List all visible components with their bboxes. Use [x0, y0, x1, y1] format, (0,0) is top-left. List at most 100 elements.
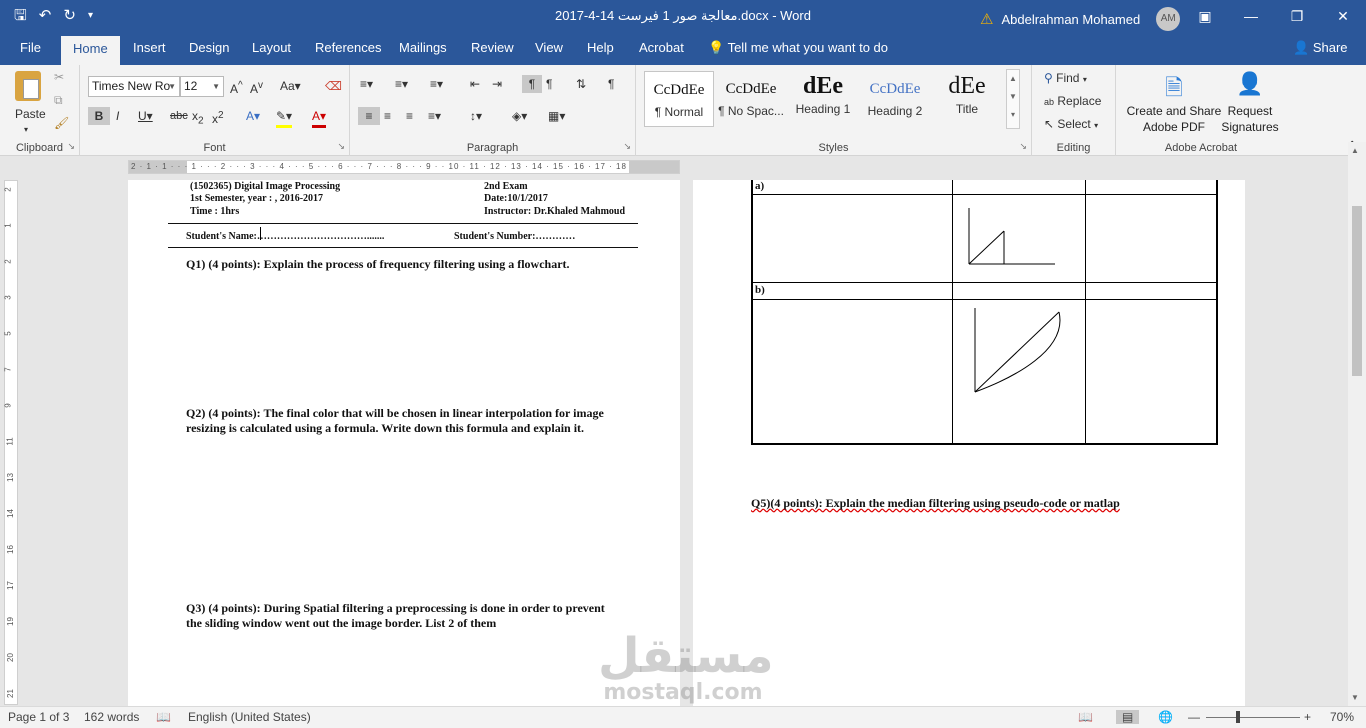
tab-insert[interactable]: Insert: [133, 40, 166, 55]
bold-icon[interactable]: B: [88, 107, 110, 125]
multilevel-list-icon[interactable]: ≡▾: [430, 75, 443, 93]
tab-review[interactable]: Review: [471, 40, 514, 55]
sort-icon[interactable]: ⇅: [576, 75, 586, 93]
user-account[interactable]: ⚠ Abdelrahman Mohamed AM: [980, 7, 1181, 31]
scroll-down-icon[interactable]: ▼: [1351, 693, 1359, 702]
select-button[interactable]: ↖ Select ▾: [1044, 115, 1098, 135]
close-icon[interactable]: ✕: [1320, 0, 1366, 33]
find-button[interactable]: ⚲ Find ▾: [1044, 69, 1087, 89]
zoom-slider-thumb[interactable]: [1236, 711, 1240, 723]
zoom-slider-track[interactable]: [1206, 717, 1300, 718]
tell-me-text: Tell me what you want to do: [727, 40, 888, 55]
zoom-in-icon[interactable]: +: [1304, 710, 1311, 724]
pdf-export-icon: 🗎: [1165, 75, 1183, 100]
page-count[interactable]: Page 1 of 3: [8, 710, 69, 724]
scrollbar-thumb[interactable]: [1352, 206, 1362, 376]
web-layout-icon[interactable]: 🌐: [1158, 710, 1173, 724]
style-name: Heading 1: [795, 102, 851, 116]
vertical-ruler[interactable]: 2 1 2 3 5 7 9 11 13 14 16 17 19 20 21: [4, 180, 18, 705]
dialog-launcher-icon[interactable]: ↘: [623, 141, 631, 152]
watermark-logo: مستقل mostaql.com: [598, 630, 774, 705]
font-name-combo[interactable]: Times New Ro ▼: [88, 76, 180, 97]
strikethrough-icon[interactable]: abc: [170, 107, 188, 125]
tab-references[interactable]: References: [315, 40, 381, 55]
print-layout-icon[interactable]: ▤: [1116, 710, 1140, 724]
avatar[interactable]: AM: [1156, 7, 1181, 31]
ltr-direction-icon[interactable]: ¶: [522, 75, 542, 93]
horizontal-ruler[interactable]: 2 · 1 · 1 · · · 1 · · · 2 · · · 3 · · · …: [128, 160, 680, 174]
highlight-icon[interactable]: ✎▾: [276, 107, 293, 128]
share-button[interactable]: 👤 Share: [1293, 40, 1348, 56]
tell-me-box[interactable]: 💡 Tell me what you want to do: [708, 40, 888, 56]
increase-indent-icon[interactable]: ⇥: [492, 75, 502, 93]
tab-home[interactable]: Home: [61, 36, 120, 65]
scroll-up-icon[interactable]: ▲: [1351, 146, 1359, 155]
shading-icon[interactable]: ◈▾: [512, 107, 527, 125]
word-count[interactable]: 162 words: [84, 710, 139, 724]
line-spacing-icon[interactable]: ↕▾: [470, 107, 482, 125]
tab-mailings[interactable]: Mailings: [399, 40, 447, 55]
proofing-icon[interactable]: 📖: [156, 710, 171, 724]
font-color-icon[interactable]: A▾: [312, 107, 327, 128]
watermark-latin: mostaql.com: [603, 680, 763, 705]
style-heading-2[interactable]: CcDdEe Heading 2: [860, 71, 930, 127]
document-page-2[interactable]: a) b) Q5)(4 points): Explain the median …: [693, 180, 1245, 706]
paste-button[interactable]: Paste: [15, 105, 46, 123]
tab-layout[interactable]: Layout: [252, 40, 291, 55]
vertical-scrollbar[interactable]: ▲ ▼: [1348, 142, 1366, 706]
underline-icon[interactable]: U▾: [138, 107, 153, 125]
create-pdf-button[interactable]: 🗎 Create and Share Adobe PDF: [1124, 71, 1224, 135]
subscript-icon[interactable]: x2: [192, 107, 204, 130]
paste-icon[interactable]: [15, 71, 41, 101]
ribbon-display-icon[interactable]: ▣: [1182, 0, 1228, 33]
font-size-combo[interactable]: 12 ▼: [180, 76, 224, 97]
numbering-icon[interactable]: ≡▾: [395, 75, 408, 93]
dialog-launcher-icon[interactable]: ↘: [67, 141, 75, 152]
format-painter-icon[interactable]: 🖌: [54, 114, 69, 132]
styles-group: CcDdEe ¶ Normal CcDdEe ¶ No Spac... dEe …: [636, 65, 1032, 156]
superscript-icon[interactable]: x2: [212, 107, 224, 128]
request-signatures-button[interactable]: 👤 Request Signatures: [1218, 71, 1282, 135]
replace-icon: ab: [1044, 97, 1055, 107]
zoom-out-icon[interactable]: —: [1188, 710, 1200, 724]
tab-view[interactable]: View: [535, 40, 563, 55]
dialog-launcher-icon[interactable]: ↘: [337, 141, 345, 152]
paragraph-label: Paragraph: [466, 142, 519, 154]
bullets-icon[interactable]: ≡▾: [360, 75, 373, 93]
decrease-indent-icon[interactable]: ⇤: [470, 75, 480, 93]
style-normal[interactable]: CcDdEe ¶ Normal: [644, 71, 714, 127]
align-center-icon[interactable]: ≡: [384, 107, 391, 125]
show-marks-icon[interactable]: ¶: [608, 75, 614, 93]
align-left-icon[interactable]: ≡: [358, 107, 380, 125]
paste-dropdown-icon[interactable]: ▾: [24, 121, 28, 139]
dialog-launcher-icon[interactable]: ↘: [1019, 141, 1027, 152]
text-effects-icon[interactable]: A▾: [246, 107, 260, 125]
borders-icon[interactable]: ▦▾: [548, 107, 565, 125]
restore-icon[interactable]: ❐: [1274, 0, 1320, 33]
ruler-ticks: 2 · 1 · 1 · · · 1 · · · 2 · · · 3 · · · …: [131, 162, 627, 171]
rtl-direction-icon[interactable]: ¶: [546, 75, 552, 93]
shrink-font-icon[interactable]: Av: [250, 77, 263, 98]
copy-icon[interactable]: ⧉: [54, 91, 63, 109]
zoom-level[interactable]: 70%: [1330, 710, 1354, 724]
minimize-icon[interactable]: —: [1228, 0, 1274, 33]
read-mode-icon[interactable]: 📖: [1078, 710, 1093, 724]
justify-icon[interactable]: ≡▾: [428, 107, 441, 125]
tab-acrobat[interactable]: Acrobat: [639, 40, 684, 55]
change-case-icon[interactable]: Aa▾: [280, 77, 301, 95]
style-title[interactable]: dEe Title: [932, 71, 1002, 127]
grow-font-icon[interactable]: A^: [230, 77, 243, 98]
language[interactable]: English (United States): [188, 710, 311, 724]
tab-design[interactable]: Design: [189, 40, 229, 55]
align-right-icon[interactable]: ≡: [406, 107, 413, 125]
tab-file[interactable]: File: [20, 40, 41, 55]
tab-help[interactable]: Help: [587, 40, 614, 55]
styles-scroller[interactable]: ▲ ▼ ▾: [1006, 69, 1020, 129]
italic-icon[interactable]: I: [116, 107, 119, 125]
replace-button[interactable]: ab Replace: [1044, 92, 1101, 111]
style-no-spacing[interactable]: CcDdEe ¶ No Spac...: [716, 71, 786, 127]
cut-icon[interactable]: ✂: [54, 68, 64, 86]
clear-formatting-icon[interactable]: ⌫: [325, 77, 342, 95]
style-heading-1[interactable]: dEe Heading 1: [788, 71, 858, 127]
clipboard-group: Paste ▾ ✂ ⧉ 🖌 Clipboard ↘: [0, 65, 80, 156]
